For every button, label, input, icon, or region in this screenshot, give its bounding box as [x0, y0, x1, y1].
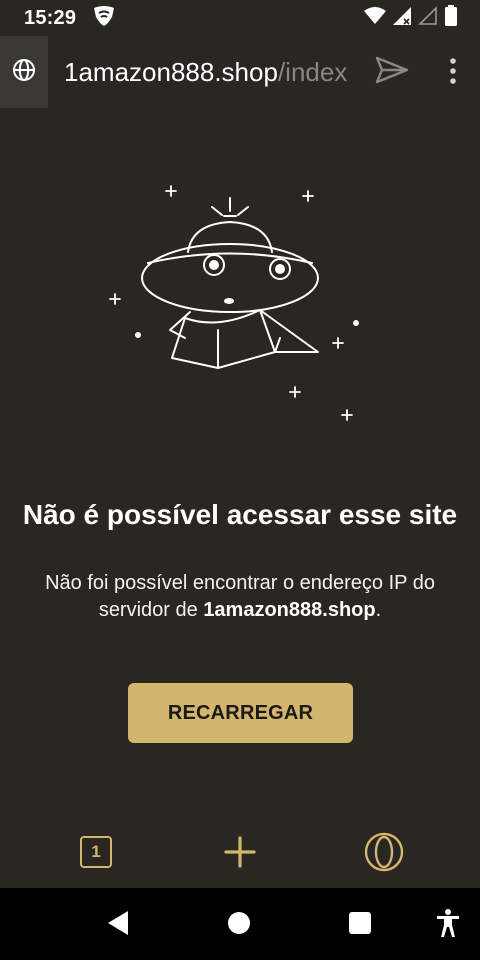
send-icon: [375, 56, 409, 89]
plus-icon: [222, 836, 258, 874]
vpn-shield-icon: [92, 5, 116, 32]
system-nav-bar: [0, 888, 480, 960]
status-bar: 15:29: [0, 0, 480, 36]
opera-icon: [364, 832, 404, 876]
opera-menu-button[interactable]: [364, 832, 404, 872]
address-bar: 1amazon888.shop/index: [0, 36, 480, 108]
bottom-toolbar: 1: [0, 818, 480, 888]
clock: 15:29: [24, 6, 77, 29]
tabs-button[interactable]: 1: [80, 836, 112, 868]
error-description-suffix: .: [375, 599, 382, 621]
send-button[interactable]: [374, 54, 410, 90]
battery-icon: [444, 4, 458, 32]
site-info-button[interactable]: [0, 36, 48, 108]
home-icon[interactable]: [228, 912, 250, 934]
error-description-domain: 1amazon888.shop: [203, 599, 376, 621]
menu-button[interactable]: [440, 56, 466, 90]
globe-icon: [12, 58, 36, 87]
url-path: /index: [277, 56, 348, 87]
tab-count: 1: [91, 842, 101, 861]
error-title: Não é possível acessar esse site: [22, 499, 458, 530]
url-domain: 1amazon888.shop: [64, 56, 278, 87]
accessibility-icon[interactable]: [436, 908, 460, 943]
url-field[interactable]: 1amazon888.shop/index: [64, 57, 354, 88]
more-vert-icon: [450, 57, 456, 89]
recents-icon[interactable]: [349, 912, 371, 934]
error-illustration: [100, 180, 370, 430]
reload-button[interactable]: RECARREGAR: [128, 683, 353, 743]
new-tab-button[interactable]: [222, 834, 258, 870]
signal-icon: [392, 6, 412, 31]
error-description: Não foi possível encontrar o endereço IP…: [20, 570, 460, 624]
signal-empty-icon: [418, 5, 438, 31]
wifi-icon: [364, 6, 386, 30]
back-icon[interactable]: [106, 910, 130, 941]
